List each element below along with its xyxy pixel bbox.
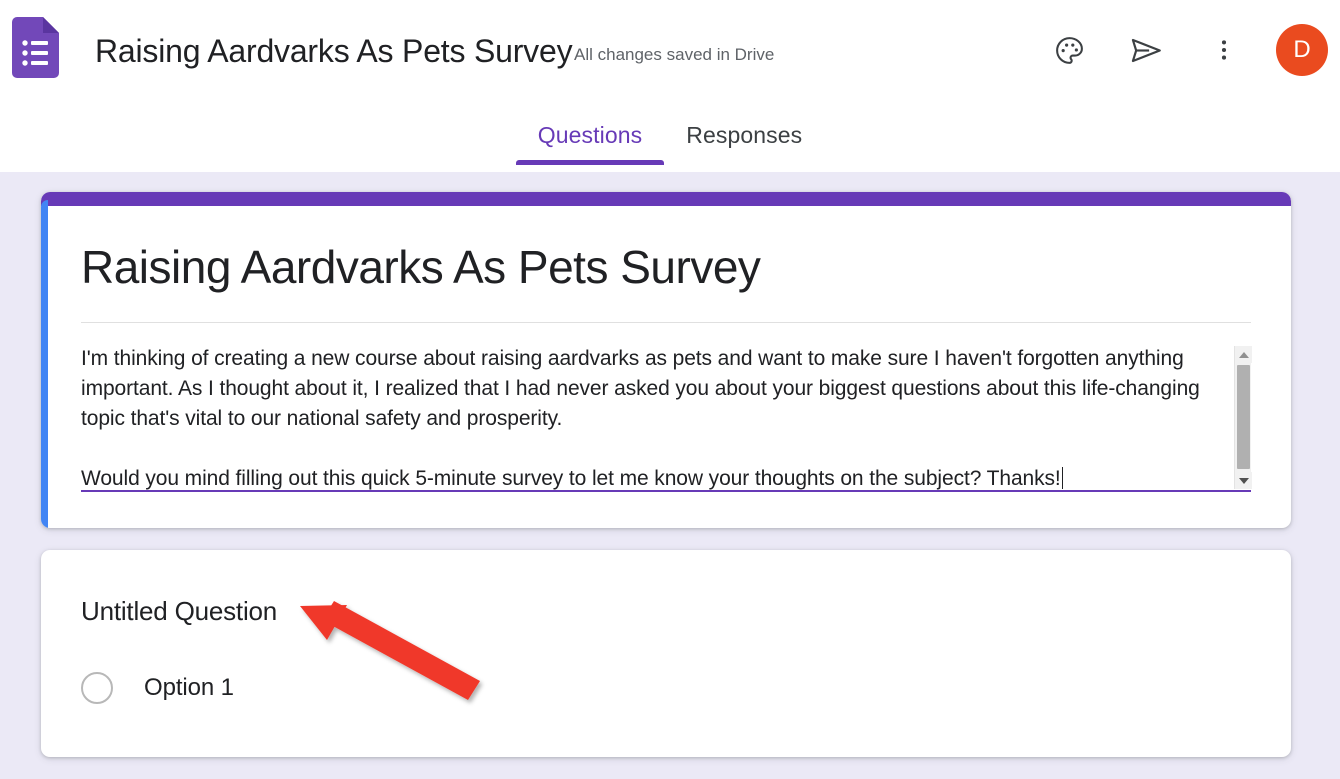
title-divider <box>81 322 1251 323</box>
avatar[interactable]: D <box>1276 24 1328 76</box>
form-title[interactable]: Raising Aardvarks As Pets Survey <box>81 240 761 294</box>
more-vert-icon[interactable] <box>1200 26 1248 74</box>
document-title[interactable]: Raising Aardvarks As Pets Survey <box>95 33 573 70</box>
save-status-text: All changes saved in Drive <box>574 45 775 64</box>
description-scrollbar[interactable] <box>1234 346 1252 489</box>
description-focus-underline <box>81 490 1251 492</box>
card-theme-bar <box>41 192 1291 206</box>
tab-questions[interactable]: Questions <box>515 110 665 165</box>
form-header-card[interactable]: Raising Aardvarks As Pets Survey I'm thi… <box>41 192 1291 528</box>
form-description-text: I'm thinking of creating a new course ab… <box>81 344 1221 494</box>
form-description-field[interactable]: I'm thinking of creating a new course ab… <box>81 344 1252 494</box>
avatar-initial: D <box>1293 36 1311 63</box>
header-top-row: Raising Aardvarks As Pets Survey All cha… <box>0 0 1340 110</box>
option-row[interactable]: Option 1 <box>81 672 234 704</box>
app-header: Raising Aardvarks As Pets Survey All cha… <box>0 0 1340 172</box>
option-label[interactable]: Option 1 <box>144 674 234 702</box>
palette-icon[interactable] <box>1045 26 1093 74</box>
tab-questions-label: Questions <box>537 122 643 148</box>
description-paragraph-2: Would you mind filling out this quick 5-… <box>81 467 1061 490</box>
google-forms-icon[interactable] <box>12 17 59 78</box>
form-canvas: Raising Aardvarks As Pets Survey I'm thi… <box>0 172 1340 779</box>
question-card[interactable]: Untitled Question Option 1 <box>41 550 1291 757</box>
scroll-up-arrow-icon[interactable] <box>1235 346 1252 363</box>
card-active-indicator <box>41 200 48 528</box>
text-cursor <box>1061 467 1063 489</box>
description-paragraph-1: I'm thinking of creating a new course ab… <box>81 347 1200 430</box>
google-forms-editor: Raising Aardvarks As Pets Survey All cha… <box>0 0 1340 779</box>
scroll-down-arrow-icon[interactable] <box>1235 472 1252 489</box>
send-icon[interactable] <box>1122 26 1170 74</box>
scrollbar-thumb[interactable] <box>1237 365 1250 469</box>
tab-responses-label: Responses <box>686 122 803 148</box>
question-title[interactable]: Untitled Question <box>81 596 277 627</box>
tab-responses[interactable]: Responses <box>664 110 824 165</box>
editor-tabs: Questions Responses <box>0 110 1340 172</box>
radio-button-icon[interactable] <box>81 672 113 704</box>
